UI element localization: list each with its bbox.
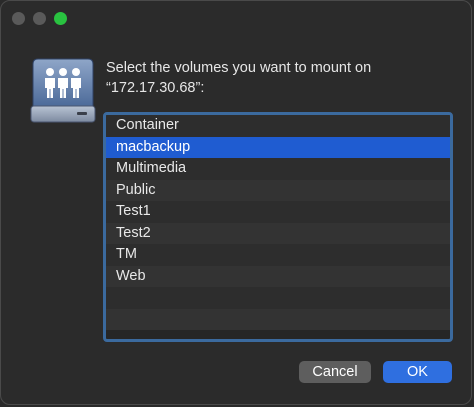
volume-list-empty-row xyxy=(106,308,450,330)
volume-list-item[interactable]: Test1 xyxy=(106,201,450,223)
minimize-window-button[interactable] xyxy=(33,12,46,25)
close-window-button[interactable] xyxy=(12,12,25,25)
mount-dialog-window: Select the volumes you want to mount on … xyxy=(0,0,472,405)
volume-list-empty-row xyxy=(106,287,450,309)
titlebar xyxy=(1,1,471,37)
prompt-line-2: “172.17.30.68”: xyxy=(106,80,205,96)
prompt-text: Select the volumes you want to mount on … xyxy=(106,58,446,98)
volume-list-item[interactable]: Multimedia xyxy=(106,158,450,180)
volume-list-item[interactable]: TM xyxy=(106,244,450,266)
volume-list-item[interactable]: macbackup xyxy=(106,136,450,158)
volume-list-item[interactable]: Container xyxy=(106,115,450,137)
network-volume-icon xyxy=(30,58,96,123)
cancel-button[interactable]: Cancel xyxy=(299,361,371,383)
volume-list[interactable]: Container macbackup Multimedia Public Test1 T… xyxy=(103,112,453,342)
volume-list-item[interactable]: Web xyxy=(106,265,450,287)
ok-button[interactable]: OK xyxy=(383,361,452,383)
volume-list-item[interactable]: Public xyxy=(106,179,450,201)
volume-list-item[interactable]: Test2 xyxy=(106,222,450,244)
zoom-window-button[interactable] xyxy=(54,12,67,25)
prompt-line-1: Select the volumes you want to mount on xyxy=(106,60,372,76)
